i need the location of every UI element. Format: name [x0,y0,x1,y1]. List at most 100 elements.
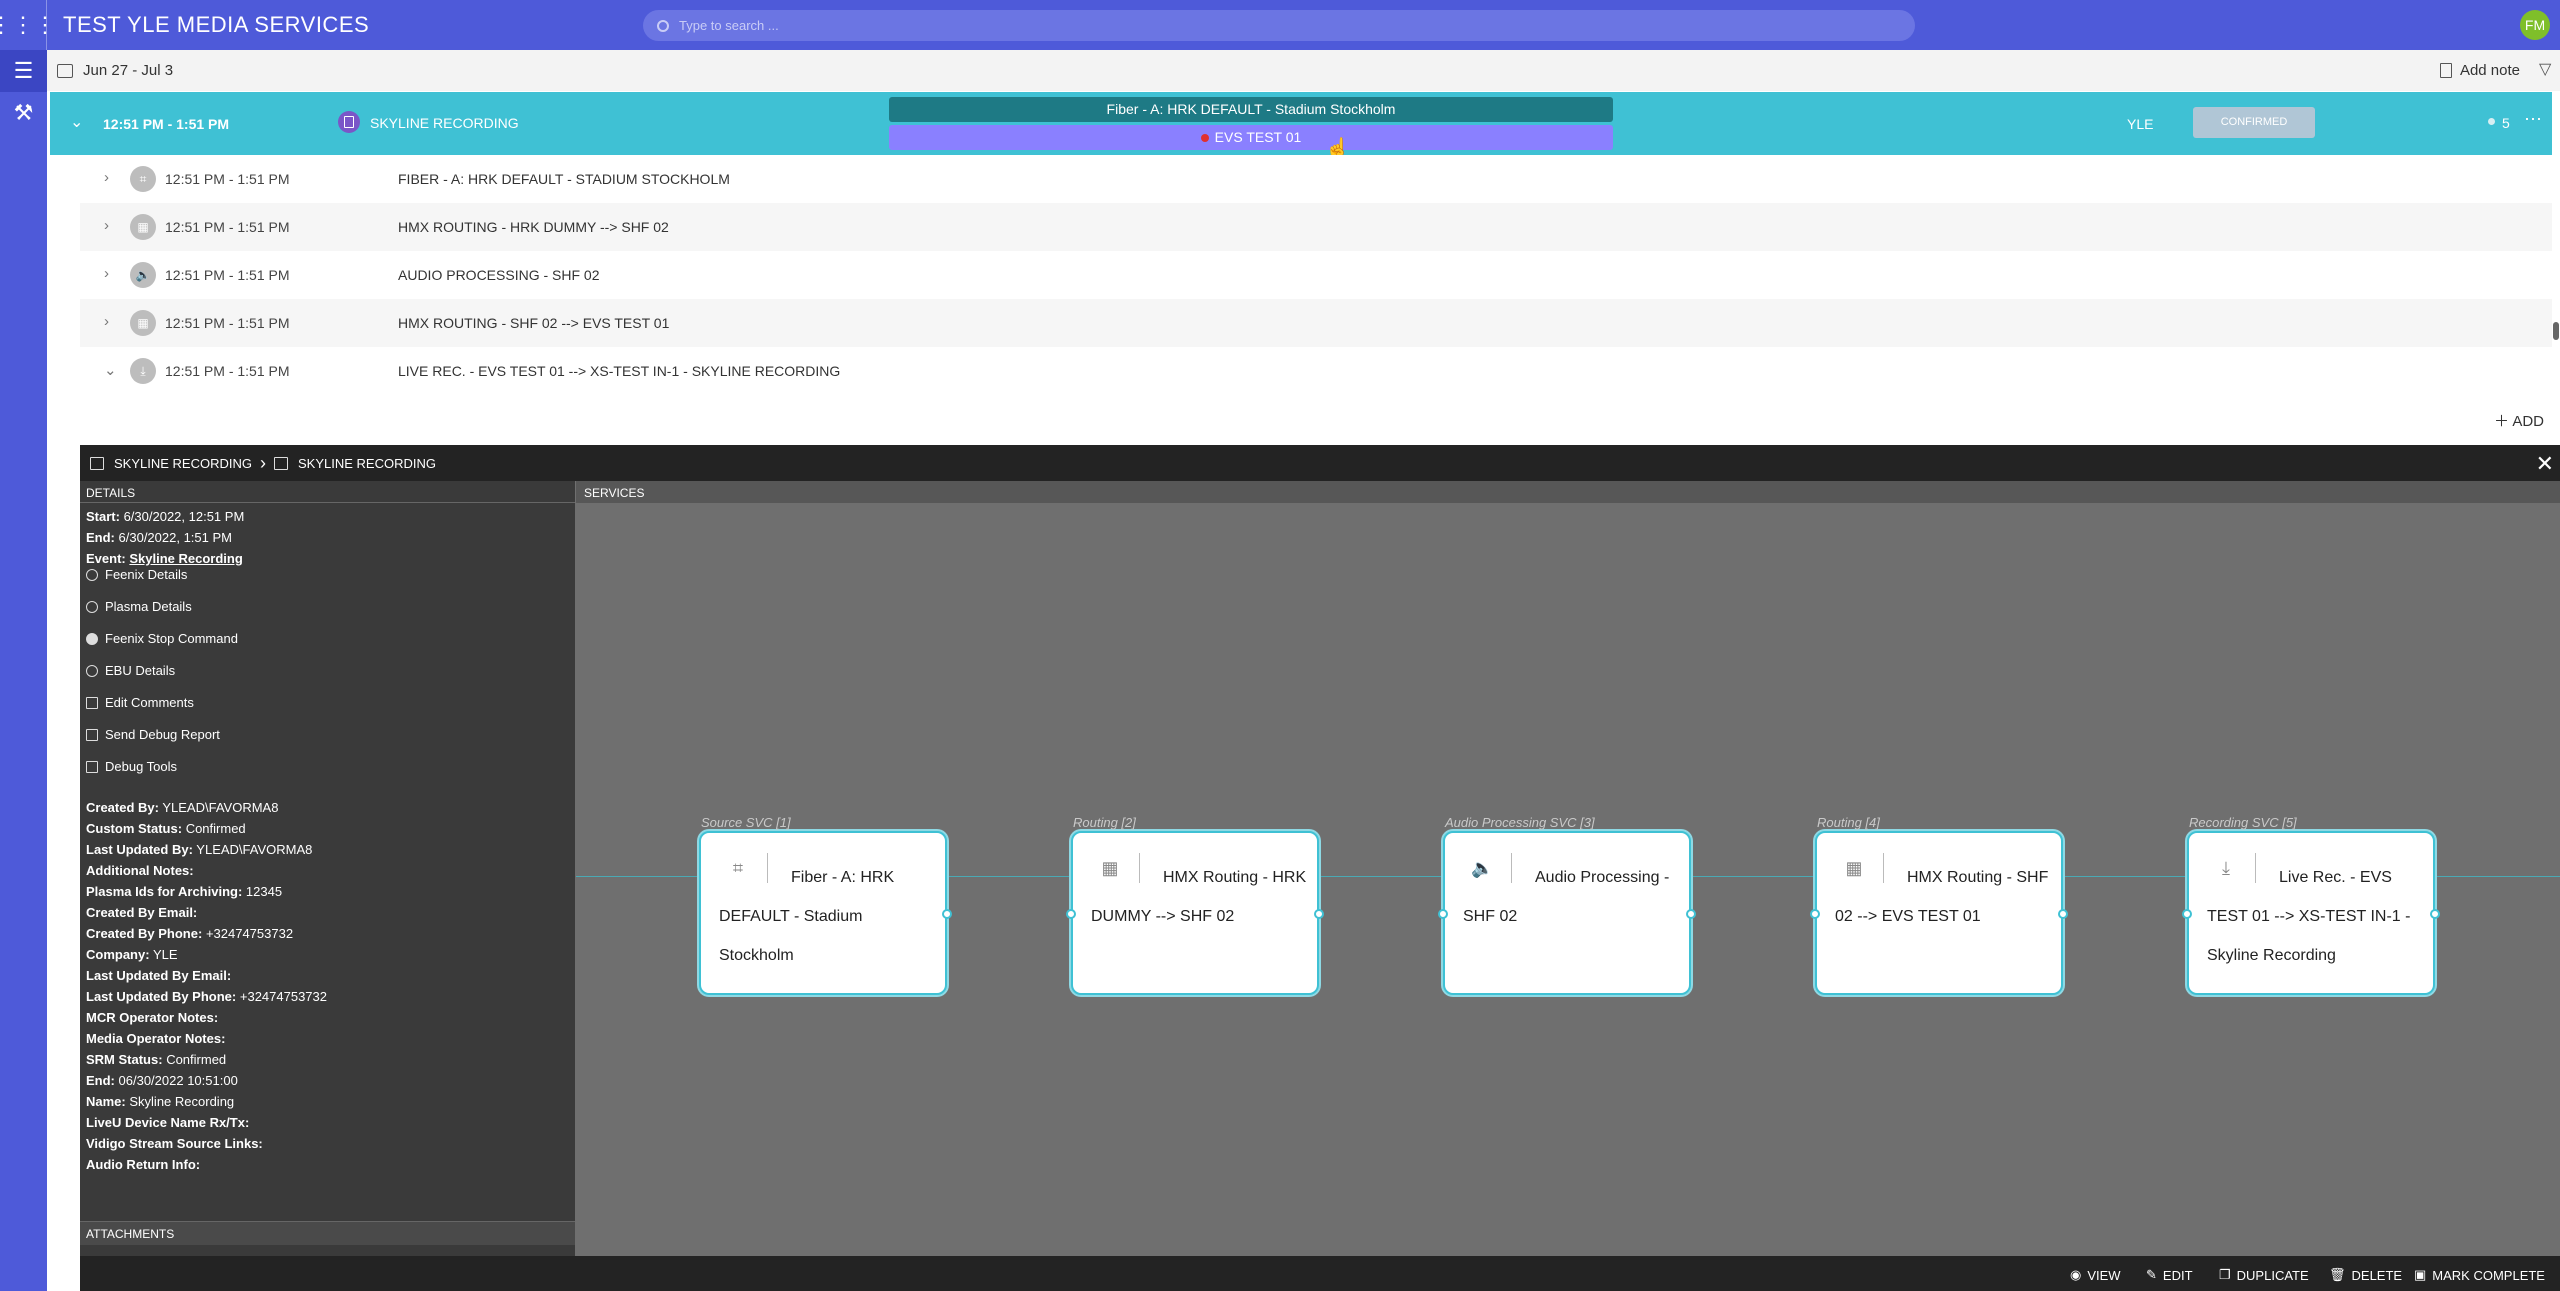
service-node[interactable]: Recording SVC [5] ⤓ Live Rec. - EVS TEST… [2182,815,2440,995]
input-port[interactable] [2182,909,2192,919]
output-port[interactable] [1314,909,1324,919]
field-label: LiveU Device Name Rx/Tx: [86,1115,250,1130]
action-label: Debug Tools [105,759,178,774]
action-item[interactable]: Debug Tools [86,759,177,774]
detail-field: Created By: YLEAD\FAVORMA8 [86,800,278,815]
fiber-icon: ⌗ [130,166,156,192]
service-row[interactable]: › ▦ 12:51 PM - 1:51 PM HMX ROUTING - SHF… [80,299,2552,347]
event-link[interactable]: Skyline Recording [129,551,242,566]
order-time: 12:51 PM - 1:51 PM [103,116,230,132]
duplicate-button[interactable]: ❐ DUPLICATE [2219,1267,2309,1283]
detail-field: Company: YLE [86,947,178,962]
row-time: 12:51 PM - 1:51 PM [165,171,290,187]
action-item[interactable]: Plasma Details [86,599,192,614]
tools-icon[interactable]: ⚒ [0,92,47,134]
input-port[interactable] [1066,909,1076,919]
service-row[interactable]: › ▦ 12:51 PM - 1:51 PM HMX ROUTING - HRK… [80,203,2552,251]
input-port[interactable] [1438,909,1448,919]
field-label: Created By: [86,800,159,815]
field-value: YLEAD\FAVORMA8 [162,800,279,815]
pencil-icon: ✎ [2146,1267,2157,1282]
mark-complete-button[interactable]: ▣ MARK COMPLETE [2414,1267,2545,1283]
chevron-down-icon[interactable]: ⌄ [104,361,117,379]
action-item[interactable]: EBU Details [86,663,175,678]
apps-grid-icon[interactable]: ⋮⋮⋮ [0,0,56,50]
detail-field: Additional Notes: [86,863,194,878]
delete-button[interactable]: 🗑 DELETE [2329,1267,2402,1283]
edit-button[interactable]: ✎ EDIT [2146,1267,2193,1283]
close-icon[interactable]: ✕ [2536,451,2554,477]
action-item[interactable]: Edit Comments [86,695,194,710]
service-node[interactable]: Audio Processing SVC [3] 🔈 Audio Process… [1438,815,1696,995]
chevron-right-icon[interactable]: › [104,265,109,282]
service-row[interactable]: › ⌗ 12:51 PM - 1:51 PM FIBER - A: HRK DE… [80,155,2552,203]
row-name: HMX ROUTING - SHF 02 --> EVS TEST 01 [398,315,670,331]
output-port[interactable] [2058,909,2068,919]
add-note-label: Add note [2459,62,2520,79]
action-item[interactable]: Send Debug Report [86,727,220,742]
timeline-bar-source[interactable]: Fiber - A: HRK DEFAULT - Stadium Stockho… [889,97,1613,122]
copy-icon: ❐ [2219,1267,2231,1282]
search-input[interactable]: Type to search ... [643,10,1915,41]
check-icon: ▣ [2414,1267,2427,1282]
avatar[interactable]: FM [2520,10,2550,40]
detail-field: Custom Status: Confirmed [86,821,246,836]
output-port[interactable] [2430,909,2440,919]
node-type: Routing [4] [1817,815,1880,830]
breadcrumb-order[interactable]: SKYLINE RECORDING [114,456,252,471]
order-name: SKYLINE RECORDING [370,115,519,131]
detail-field: Plasma Ids for Archiving: 12345 [86,884,282,899]
delete-label: DELETE [2351,1267,2403,1283]
action-item[interactable]: Feenix Details [86,567,187,582]
action-label: Feenix Details [105,567,188,582]
add-label: ADD [2512,413,2545,430]
field-value: YLE [152,947,178,962]
timeline-bar-destination[interactable]: EVS TEST 01 [889,125,1613,150]
scrollbar[interactable] [2553,322,2559,340]
view-button[interactable]: ◉ VIEW [2070,1267,2121,1283]
add-button[interactable]: ＋ ADD [2494,410,2544,431]
note-icon [2439,63,2452,78]
row-time: 12:51 PM - 1:51 PM [165,363,290,379]
service-row[interactable]: › 🔈 12:51 PM - 1:51 PM AUDIO PROCESSING … [80,251,2552,299]
field-label: Last Updated By: [86,842,193,857]
field-value: Confirmed [166,1052,227,1067]
action-item[interactable]: Feenix Stop Command [86,631,238,646]
input-port[interactable] [1810,909,1820,919]
services-pane: SERVICES Source SVC [1] ⌗ Fiber - A: HRK… [576,481,2560,1256]
menu-icon[interactable]: ☰ [0,50,47,92]
order-row[interactable]: ⌄ 12:51 PM - 1:51 PM SKYLINE RECORDING F… [50,92,2552,160]
add-note-button[interactable]: Add note [2439,62,2520,79]
service-node[interactable]: Routing [4] ▦ HMX Routing - SHF 02 --> E… [1810,815,2068,995]
order-icon [338,111,360,133]
service-row[interactable]: ⌄ ⤓ 12:51 PM - 1:51 PM LIVE REC. - EVS T… [80,347,2552,395]
calendar-icon[interactable] [57,63,73,78]
action-label: Feenix Stop Command [105,631,238,646]
detail-field: LiveU Device Name Rx/Tx: [86,1115,249,1130]
chevron-down-icon[interactable]: ⌄ [70,112,83,132]
service-node[interactable]: Routing [2] ▦ HMX Routing - HRK DUMMY --… [1066,815,1324,995]
row-name: AUDIO PROCESSING - SHF 02 [398,267,600,283]
output-port[interactable] [942,909,952,919]
detail-start: Start: 6/30/2022, 12:51 PM [86,509,245,524]
report-icon [86,728,98,741]
node-type: Audio Processing SVC [3] [1445,815,1595,830]
node-label: Audio Processing - SHF 02 [1463,869,1670,925]
count-dot-icon [2488,118,2495,125]
date-range[interactable]: Jun 27 - Jul 3 [83,62,173,79]
filter-icon[interactable]: ▽ [2539,62,2555,78]
chevron-right-icon: › [259,452,266,473]
chevron-right-icon[interactable]: › [104,313,109,330]
app-title: TEST YLE MEDIA SERVICES [63,12,370,37]
routing-icon: ▦ [130,310,156,336]
service-node[interactable]: Source SVC [1] ⌗ Fiber - A: HRK DEFAULT … [699,815,952,995]
more-icon[interactable]: ⋯ [2524,109,2542,130]
output-port[interactable] [1686,909,1696,919]
chevron-right-icon[interactable]: › [104,217,109,234]
view-label: VIEW [2087,1267,2121,1283]
edit-icon [86,696,98,709]
chevron-right-icon[interactable]: › [104,169,109,186]
field-value: YLEAD\FAVORMA8 [196,842,313,857]
breadcrumb-service[interactable]: SKYLINE RECORDING [298,456,436,471]
node-type: Routing [2] [1073,815,1136,830]
